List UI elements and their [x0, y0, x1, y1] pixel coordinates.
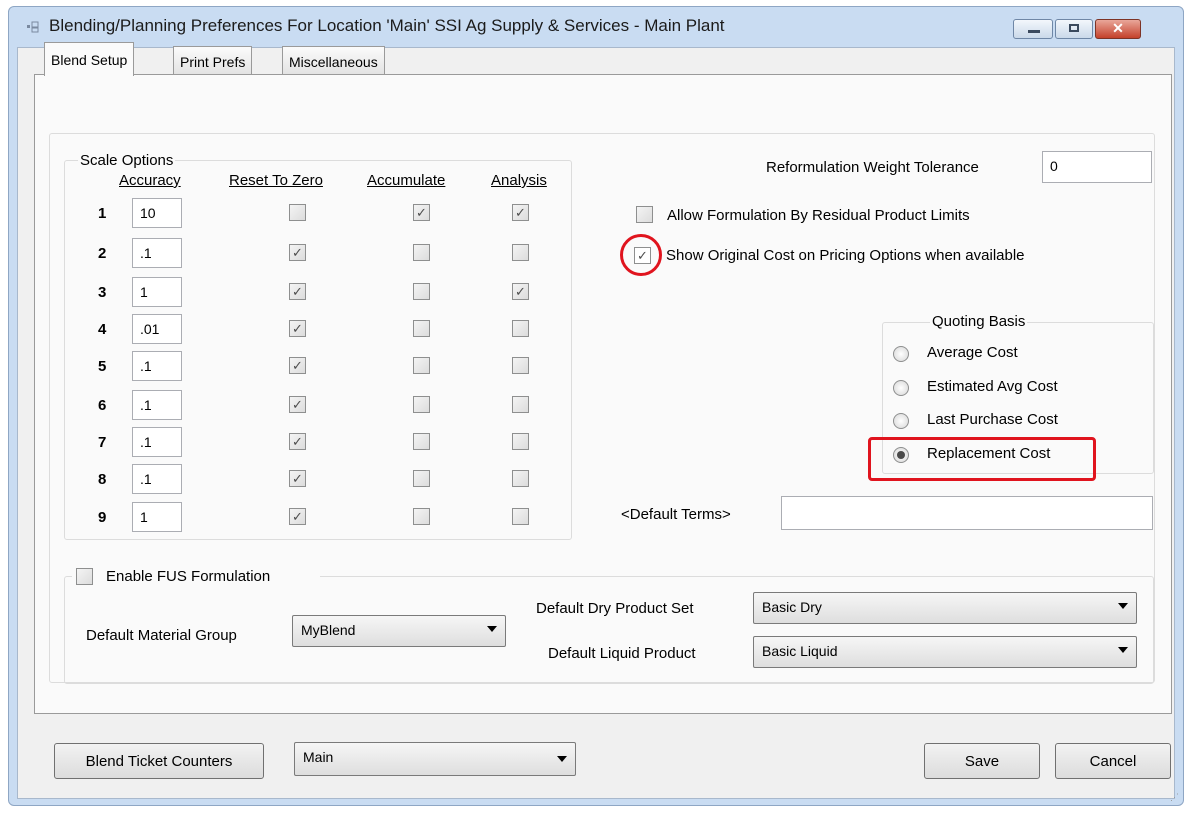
- window-title: Blending/Planning Preferences For Locati…: [49, 16, 725, 35]
- reset-to-zero-checkbox[interactable]: ✓: [289, 244, 306, 261]
- scale-row-number: 6: [98, 397, 107, 414]
- liquid-product-label: Default Liquid Product: [548, 645, 696, 662]
- resize-grip-icon[interactable]: ⋰: [1170, 792, 1180, 802]
- reset-to-zero-checkbox[interactable]: ✓: [289, 508, 306, 525]
- accuracy-header: Accuracy: [119, 172, 181, 189]
- enable-fus-label: Enable FUS Formulation: [106, 568, 271, 585]
- accuracy-input[interactable]: 1: [132, 277, 182, 307]
- analysis-checkbox[interactable]: [512, 508, 529, 525]
- average-cost-radio[interactable]: [893, 346, 909, 362]
- window-app-icon: [27, 21, 39, 33]
- scale-row-number: 8: [98, 471, 107, 488]
- reset-to-zero-checkbox[interactable]: ✓: [289, 320, 306, 337]
- annotation-circle: [620, 234, 662, 276]
- last-purchase-cost-radio[interactable]: [893, 413, 909, 429]
- scale-row-number: 4: [98, 321, 107, 338]
- accuracy-input[interactable]: 10: [132, 198, 182, 228]
- reset-to-zero-checkbox[interactable]: ✓: [289, 283, 306, 300]
- analysis-header: Analysis: [491, 172, 547, 189]
- quoting-basis-title: Quoting Basis: [930, 313, 1028, 330]
- enable-fus-checkbox[interactable]: [76, 568, 93, 585]
- accumulate-checkbox[interactable]: [413, 508, 430, 525]
- accuracy-input[interactable]: .1: [132, 427, 182, 457]
- accumulate-checkbox[interactable]: [413, 283, 430, 300]
- accuracy-input[interactable]: .1: [132, 464, 182, 494]
- scale-row-number: 5: [98, 358, 107, 375]
- liquid-product-dropdown[interactable]: Basic Liquid: [753, 636, 1137, 668]
- scale-row-number: 3: [98, 284, 107, 301]
- reformulation-tolerance-input[interactable]: 0: [1042, 151, 1152, 183]
- last-purchase-cost-label: Last Purchase Cost: [927, 411, 1058, 428]
- accumulate-checkbox[interactable]: ✓: [413, 204, 430, 221]
- material-group-dropdown[interactable]: MyBlend: [292, 615, 506, 647]
- reset-to-zero-checkbox[interactable]: ✓: [289, 396, 306, 413]
- liquid-product-value: Basic Liquid: [762, 643, 838, 659]
- allow-formulation-label: Allow Formulation By Residual Product Li…: [667, 207, 970, 224]
- scale-row-number: 9: [98, 509, 107, 526]
- accumulate-header: Accumulate: [367, 172, 446, 189]
- accuracy-input[interactable]: 1: [132, 502, 182, 532]
- analysis-checkbox[interactable]: [512, 396, 529, 413]
- reset-to-zero-checkbox[interactable]: [289, 204, 306, 221]
- reset-to-zero-checkbox[interactable]: ✓: [289, 357, 306, 374]
- minimize-icon[interactable]: [1013, 19, 1053, 39]
- scale-row-number: 7: [98, 434, 107, 451]
- tab-miscellaneous[interactable]: Miscellaneous: [282, 46, 385, 74]
- scale-row-number: 1: [98, 205, 107, 222]
- default-terms-label: <Default Terms>: [621, 506, 731, 523]
- accumulate-checkbox[interactable]: [413, 396, 430, 413]
- cancel-button[interactable]: Cancel: [1055, 743, 1171, 779]
- save-button[interactable]: Save: [924, 743, 1040, 779]
- estimated-avg-cost-label: Estimated Avg Cost: [927, 378, 1058, 395]
- accumulate-checkbox[interactable]: [413, 244, 430, 261]
- analysis-checkbox[interactable]: ✓: [512, 204, 529, 221]
- tab-print-prefs[interactable]: Print Prefs: [173, 46, 253, 74]
- show-original-cost-label: Show Original Cost on Pricing Options wh…: [666, 247, 1025, 264]
- reset-to-zero-header: Reset To Zero: [229, 172, 323, 189]
- estimated-avg-cost-radio[interactable]: [893, 380, 909, 396]
- accuracy-input[interactable]: .1: [132, 351, 182, 381]
- average-cost-label: Average Cost: [927, 344, 1018, 361]
- location-dropdown[interactable]: Main: [294, 742, 576, 776]
- scale-row-number: 2: [98, 245, 107, 262]
- accumulate-checkbox[interactable]: [413, 470, 430, 487]
- accumulate-checkbox[interactable]: [413, 357, 430, 374]
- scale-options-title: Scale Options: [78, 152, 176, 169]
- chevron-down-icon: [1118, 603, 1128, 609]
- allow-formulation-checkbox[interactable]: [636, 206, 653, 223]
- accuracy-input[interactable]: .01: [132, 314, 182, 344]
- accuracy-input[interactable]: .1: [132, 390, 182, 420]
- analysis-checkbox[interactable]: ✓: [512, 283, 529, 300]
- reset-to-zero-checkbox[interactable]: ✓: [289, 433, 306, 450]
- dry-product-set-label: Default Dry Product Set: [536, 600, 694, 617]
- accumulate-checkbox[interactable]: [413, 320, 430, 337]
- accuracy-input[interactable]: .1: [132, 238, 182, 268]
- chevron-down-icon: [1118, 647, 1128, 653]
- dry-product-set-value: Basic Dry: [762, 599, 822, 615]
- analysis-checkbox[interactable]: [512, 470, 529, 487]
- tab-blend-setup[interactable]: Blend Setup: [44, 42, 135, 76]
- close-icon[interactable]: ✕: [1095, 19, 1141, 39]
- blend-ticket-counters-button[interactable]: Blend Ticket Counters: [54, 743, 264, 779]
- analysis-checkbox[interactable]: [512, 320, 529, 337]
- analysis-checkbox[interactable]: [512, 357, 529, 374]
- chevron-down-icon: [487, 626, 497, 632]
- title-bar[interactable]: Blending/Planning Preferences For Locati…: [9, 7, 1183, 47]
- reformulation-label: Reformulation Weight Tolerance: [766, 159, 979, 176]
- accumulate-checkbox[interactable]: [413, 433, 430, 450]
- material-group-label: Default Material Group: [86, 627, 237, 644]
- maximize-icon[interactable]: [1055, 19, 1093, 39]
- default-terms-input[interactable]: [781, 496, 1153, 530]
- dry-product-set-dropdown[interactable]: Basic Dry: [753, 592, 1137, 624]
- analysis-checkbox[interactable]: [512, 244, 529, 261]
- chevron-down-icon: [557, 756, 567, 762]
- analysis-checkbox[interactable]: [512, 433, 529, 450]
- location-value: Main: [303, 749, 334, 765]
- material-group-value: MyBlend: [301, 622, 356, 638]
- reset-to-zero-checkbox[interactable]: ✓: [289, 470, 306, 487]
- annotation-rectangle: [868, 437, 1096, 481]
